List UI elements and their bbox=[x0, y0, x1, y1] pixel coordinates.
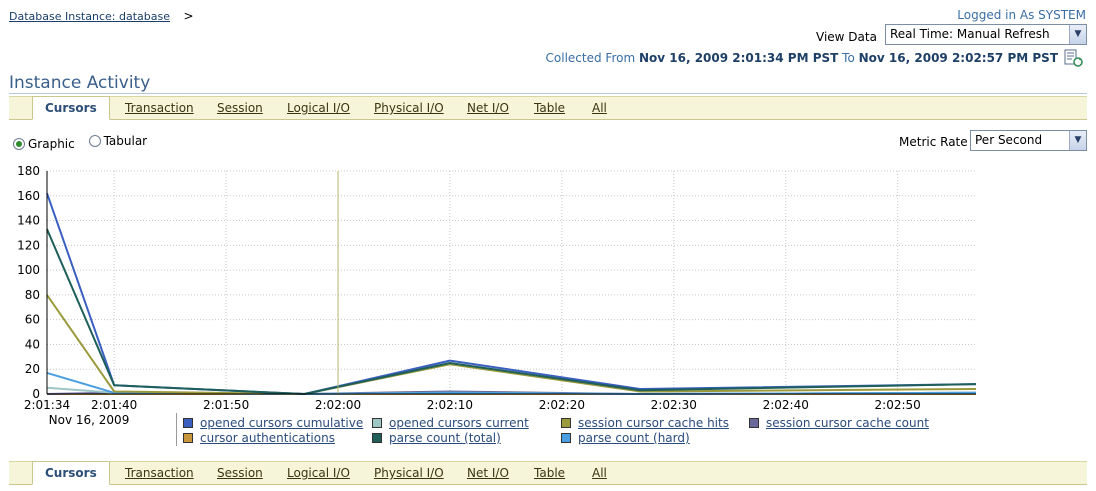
y-axis-ticks: 020406080100120140160180 bbox=[17, 164, 40, 401]
y-tick-label: 140 bbox=[17, 214, 40, 228]
chart-legend: opened cursors cumulative opened cursors… bbox=[176, 413, 929, 446]
metric-rate-select[interactable]: Per Second ▼ bbox=[970, 130, 1087, 151]
tab-session[interactable]: Session bbox=[217, 466, 263, 480]
title-divider bbox=[9, 93, 1087, 94]
legend-label: opened cursors cumulative bbox=[200, 416, 364, 430]
metric-rate-value: Per Second bbox=[975, 133, 1043, 147]
collected-range: Collected From Nov 16, 2009 2:01:34 PM P… bbox=[546, 51, 1058, 65]
tab-logical-io[interactable]: Logical I/O bbox=[287, 466, 350, 480]
collected-prefix: Collected From bbox=[545, 51, 636, 65]
legend-swatch bbox=[749, 418, 759, 428]
y-tick-label: 20 bbox=[25, 362, 40, 376]
tab-table[interactable]: Table bbox=[534, 466, 565, 480]
x-tick-label: 2:02:40 bbox=[763, 398, 809, 412]
graphic-radio[interactable]: Graphic bbox=[13, 137, 75, 151]
tab-transaction[interactable]: Transaction bbox=[125, 101, 194, 115]
x-tick-label: 2:02:30 bbox=[651, 398, 697, 412]
tab-cursors[interactable]: Cursors bbox=[32, 96, 110, 120]
tab-transaction[interactable]: Transaction bbox=[125, 466, 194, 480]
tab-all[interactable]: All bbox=[592, 466, 607, 480]
y-tick-label: 60 bbox=[25, 313, 40, 327]
radio-selected-icon bbox=[13, 138, 25, 150]
collected-from: Nov 16, 2009 2:01:34 PM PST bbox=[638, 51, 839, 65]
legend-label: cursor authentications bbox=[200, 431, 335, 445]
x-tick-label: 2:02:50 bbox=[875, 398, 921, 412]
legend-item[interactable]: opened cursors current bbox=[372, 416, 529, 430]
tabular-radio[interactable]: Tabular bbox=[88, 134, 148, 148]
y-tick-label: 160 bbox=[17, 189, 40, 203]
y-tick-label: 180 bbox=[17, 164, 40, 178]
tab-bar-top: Cursors Transaction Session Logical I/O … bbox=[9, 96, 1087, 120]
metric-rate-label: Metric Rate bbox=[899, 135, 968, 149]
tab-all[interactable]: All bbox=[592, 101, 607, 115]
legend-label: parse count (total) bbox=[389, 431, 501, 445]
tab-logical-io[interactable]: Logical I/O bbox=[287, 101, 350, 115]
legend-item[interactable]: session cursor cache hits bbox=[561, 416, 729, 430]
x-axis-ticks: 2:01:34 2:01:40 2:01:50 2:02:00 2:02:10 2:02:… bbox=[24, 398, 921, 412]
chart-series bbox=[46, 192, 977, 395]
legend-item[interactable]: cursor authentications bbox=[183, 431, 335, 445]
tab-physical-io[interactable]: Physical I/O bbox=[374, 466, 444, 480]
x-axis-date-label: Nov 16, 2009 bbox=[49, 413, 130, 427]
view-data-value: Real Time: Manual Refresh bbox=[890, 27, 1050, 41]
legend-label: opened cursors current bbox=[389, 416, 529, 430]
legend-swatch bbox=[183, 418, 193, 428]
tab-bar-bottom: Cursors Transaction Session Logical I/O … bbox=[9, 461, 1087, 485]
legend-label: session cursor cache hits bbox=[578, 416, 729, 430]
tab-session[interactable]: Session bbox=[217, 101, 263, 115]
legend-swatch bbox=[372, 418, 382, 428]
x-tick-label: 2:02:10 bbox=[427, 398, 473, 412]
legend-swatch bbox=[561, 433, 571, 443]
y-tick-label: 120 bbox=[17, 238, 40, 252]
refresh-document-icon[interactable] bbox=[1064, 49, 1084, 67]
legend-item[interactable]: parse count (total) bbox=[372, 431, 501, 445]
legend-item[interactable]: opened cursors cumulative bbox=[183, 416, 363, 430]
collected-to-word: To bbox=[842, 51, 855, 65]
view-data-select[interactable]: Real Time: Manual Refresh ▼ bbox=[885, 24, 1087, 45]
y-tick-label: 100 bbox=[17, 263, 40, 277]
legend-swatch bbox=[372, 433, 382, 443]
x-tick-label: 2:02:20 bbox=[539, 398, 585, 412]
breadcrumb-separator: > bbox=[183, 9, 194, 23]
breadcrumb: Database Instance: database > bbox=[9, 9, 194, 23]
tab-table[interactable]: Table bbox=[534, 101, 565, 115]
x-tick-label: 2:02:00 bbox=[315, 398, 361, 412]
legend-label: session cursor cache count bbox=[766, 416, 929, 430]
tab-physical-io[interactable]: Physical I/O bbox=[374, 101, 444, 115]
x-tick-label: 2:01:50 bbox=[203, 398, 249, 412]
chart-grid bbox=[47, 170, 976, 394]
radio-unselected-icon bbox=[88, 135, 101, 147]
x-tick-label: 2:01:34 bbox=[24, 398, 70, 412]
logged-in-status: Logged in As SYSTEM bbox=[957, 8, 1086, 22]
breadcrumb-database-link[interactable]: Database Instance: database bbox=[9, 10, 170, 23]
collected-to: Nov 16, 2009 2:02:57 PM PST bbox=[858, 51, 1058, 65]
view-data-label: View Data bbox=[816, 30, 877, 44]
y-tick-label: 40 bbox=[25, 337, 40, 351]
legend-label: parse count (hard) bbox=[578, 431, 690, 445]
x-tick-label: 2:01:40 bbox=[91, 398, 137, 412]
tab-net-io[interactable]: Net I/O bbox=[467, 466, 509, 480]
graphic-label: Graphic bbox=[28, 137, 75, 151]
tab-cursors[interactable]: Cursors bbox=[32, 461, 110, 485]
legend-swatch bbox=[561, 418, 571, 428]
legend-swatch bbox=[183, 433, 193, 443]
series-line-opened-cursors-cumulative bbox=[46, 192, 977, 395]
chevron-down-icon: ▼ bbox=[1069, 131, 1086, 150]
view-mode-group: Graphic Tabular bbox=[13, 134, 147, 151]
chevron-down-icon: ▼ bbox=[1069, 25, 1086, 44]
legend-item[interactable]: session cursor cache count bbox=[749, 416, 929, 430]
page-title: Instance Activity bbox=[9, 73, 151, 93]
legend-item[interactable]: parse count (hard) bbox=[561, 431, 690, 445]
tabular-label: Tabular bbox=[103, 134, 148, 148]
tab-net-io[interactable]: Net I/O bbox=[467, 101, 509, 115]
y-tick-label: 80 bbox=[25, 288, 40, 302]
instance-activity-chart: 020406080100120140160180 2:01:34 2:01:40 2… bbox=[17, 164, 977, 427]
